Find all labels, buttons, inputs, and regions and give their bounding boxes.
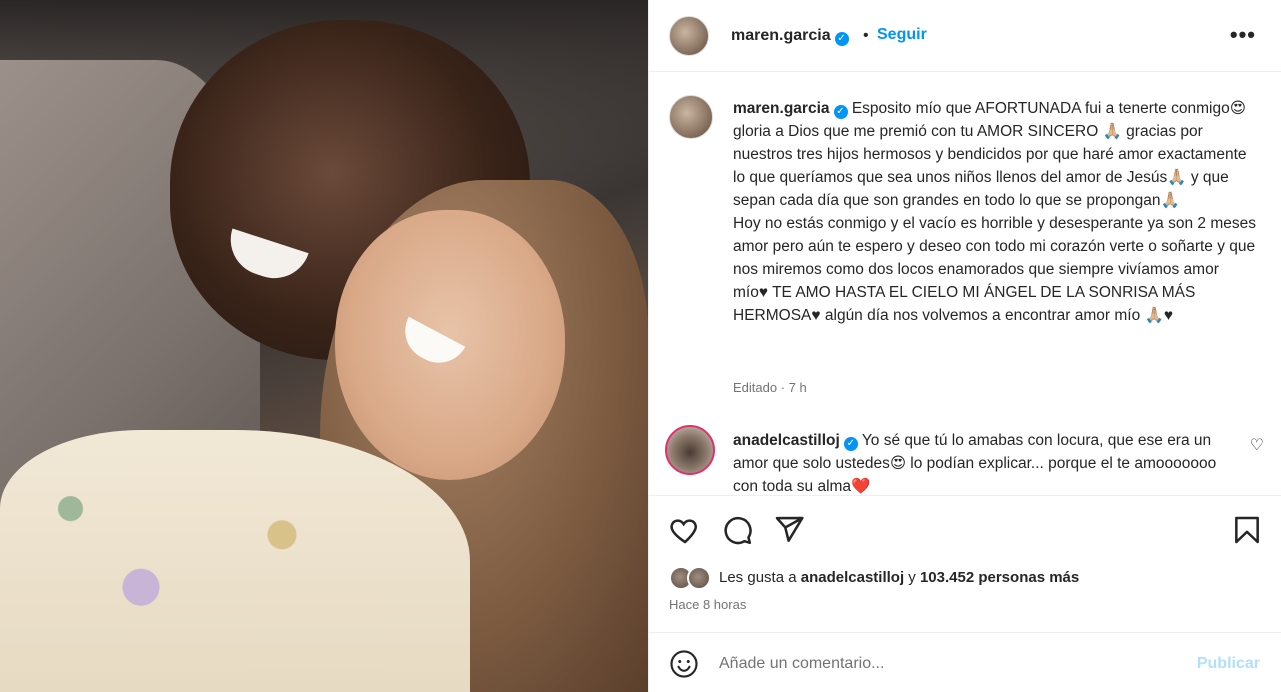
commenter-username[interactable]: anadelcastilloj: [733, 432, 840, 449]
verified-badge-icon: ✓: [834, 32, 849, 46]
smiley-icon[interactable]: [669, 649, 699, 679]
comment-body: anadelcastilloj ✓ Yo sé que tú lo amabas …: [733, 429, 1238, 495]
post-time[interactable]: Hace 8 horas: [669, 597, 746, 612]
comment-input[interactable]: [719, 651, 1179, 677]
post-photo[interactable]: [0, 0, 648, 692]
post-side-panel: maren.garcia ✓ • Seguir ••• maren.garcia ✓…: [648, 0, 1281, 692]
likes-middle: y: [904, 569, 920, 586]
photo-dress: [0, 430, 470, 692]
author-avatar[interactable]: [669, 95, 713, 139]
likes-user-link[interactable]: anadelcastilloj: [801, 569, 904, 586]
caption-edited-time: Editado · 7 h: [733, 380, 807, 395]
likes-count-link[interactable]: 103.452 personas más: [920, 569, 1079, 586]
verified-badge-icon: ✓: [843, 437, 858, 451]
likes-prefix: Les gusta a: [719, 569, 801, 586]
liker-avatar: [687, 566, 711, 590]
more-options-icon[interactable]: •••: [1230, 22, 1256, 48]
verified-badge-icon: ✓: [833, 105, 848, 119]
follow-button[interactable]: Seguir: [877, 26, 927, 44]
author-username[interactable]: maren.garcia ✓: [731, 27, 849, 46]
heart-icon[interactable]: [669, 514, 701, 546]
caption-body: maren.garcia ✓ Esposito mío que AFORTUNAD…: [733, 97, 1258, 327]
add-comment-bar: Publicar: [649, 632, 1281, 692]
commenter-avatar[interactable]: [665, 425, 715, 475]
bookmark-icon[interactable]: [1231, 514, 1263, 546]
comments-list[interactable]: maren.garcia ✓ Esposito mío que AFORTUNAD…: [649, 73, 1281, 495]
caption-text: Esposito mío que AFORTUNADA fui a tenert…: [733, 100, 1256, 324]
author-avatar[interactable]: [669, 16, 709, 56]
comment-bubble-icon[interactable]: [721, 514, 753, 546]
likes-text: Les gusta a anadelcastilloj y 103.452 pe…: [719, 569, 1079, 586]
post-actions: Les gusta a anadelcastilloj y 103.452 pe…: [649, 495, 1281, 640]
comment-like-heart-icon[interactable]: ♡: [1250, 435, 1264, 455]
publish-button[interactable]: Publicar: [1197, 655, 1260, 673]
post-header: maren.garcia ✓ • Seguir •••: [649, 0, 1281, 72]
separator-dot: •: [863, 27, 869, 44]
caption-username[interactable]: maren.garcia: [733, 100, 830, 117]
send-icon[interactable]: [773, 514, 805, 546]
